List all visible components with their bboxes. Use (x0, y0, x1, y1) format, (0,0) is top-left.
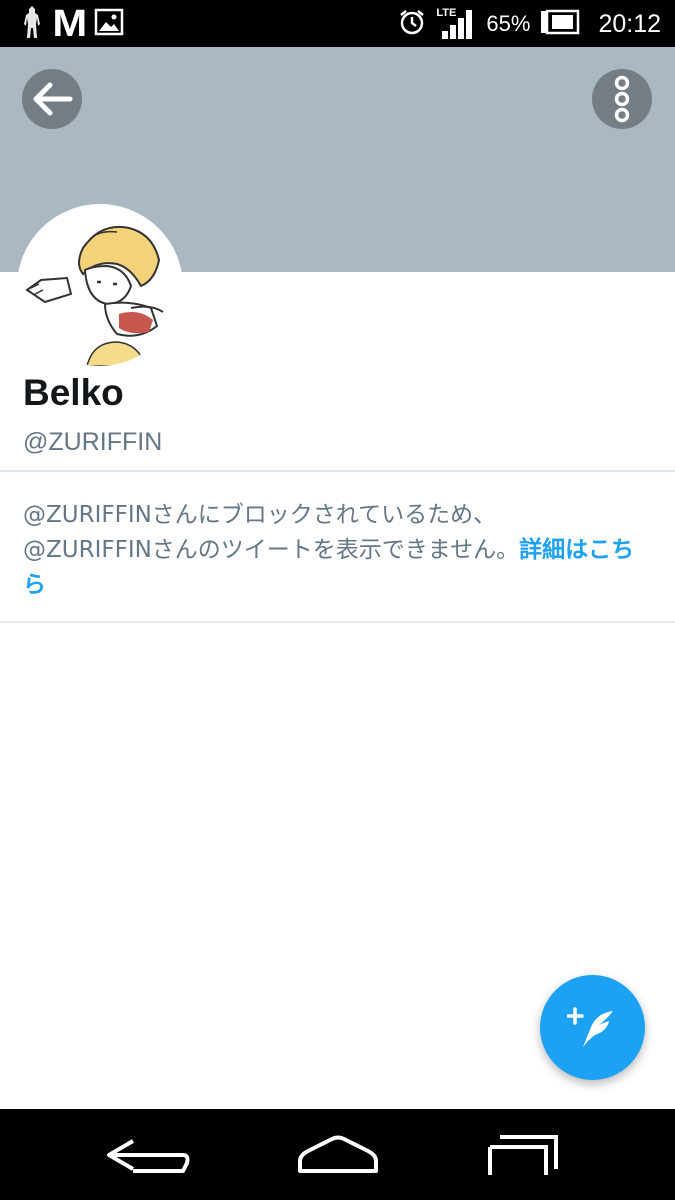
compose-tweet-icon (566, 1006, 613, 1047)
mcdonalds-icon: M (52, 3, 88, 45)
back-button[interactable] (22, 69, 82, 129)
status-bar-notifications: M (18, 3, 124, 45)
blocked-notice: @ZURIFFINさんにブロックされているため、 @ZURIFFINさんのツイー… (23, 498, 643, 603)
status-bar-system: LTE 65% 20:12 (398, 6, 661, 42)
divider (0, 470, 675, 472)
blocked-notice-line2: @ZURIFFINさんのツイートを表示できません。 (23, 537, 520, 563)
vertical-dots-icon (614, 75, 630, 123)
alarm-icon (398, 8, 426, 40)
character-icon (18, 4, 46, 44)
nav-recent-apps-icon (488, 1135, 558, 1175)
nav-home-button[interactable] (292, 1129, 384, 1181)
image-icon (94, 8, 124, 40)
user-handle: @ZURIFFIN (23, 428, 163, 456)
lte-signal-icon: LTE (436, 7, 476, 41)
profile-screen: M LTE 65% 20:12 Belko @ZURIFFIN @ZURIFFI… (0, 0, 675, 1200)
nav-home-icon (298, 1135, 378, 1173)
blocked-notice-line1: @ZURIFFINさんにブロックされているため、 (23, 502, 497, 528)
compose-tweet-button[interactable] (540, 975, 645, 1080)
avatar[interactable] (17, 204, 183, 370)
nav-recent-apps-button[interactable] (482, 1129, 566, 1181)
navigation-bar (0, 1109, 675, 1200)
battery-percent: 65% (486, 11, 531, 36)
divider (0, 621, 675, 623)
arrow-left-icon (33, 82, 73, 116)
battery-icon (540, 9, 580, 39)
status-bar: M LTE 65% 20:12 (0, 0, 675, 47)
avatar-illustration (21, 208, 179, 366)
clock: 20:12 (598, 9, 661, 38)
nav-back-icon (106, 1139, 189, 1173)
more-options-button[interactable] (592, 69, 652, 129)
display-name: Belko (23, 372, 124, 413)
nav-back-button[interactable] (100, 1129, 195, 1181)
